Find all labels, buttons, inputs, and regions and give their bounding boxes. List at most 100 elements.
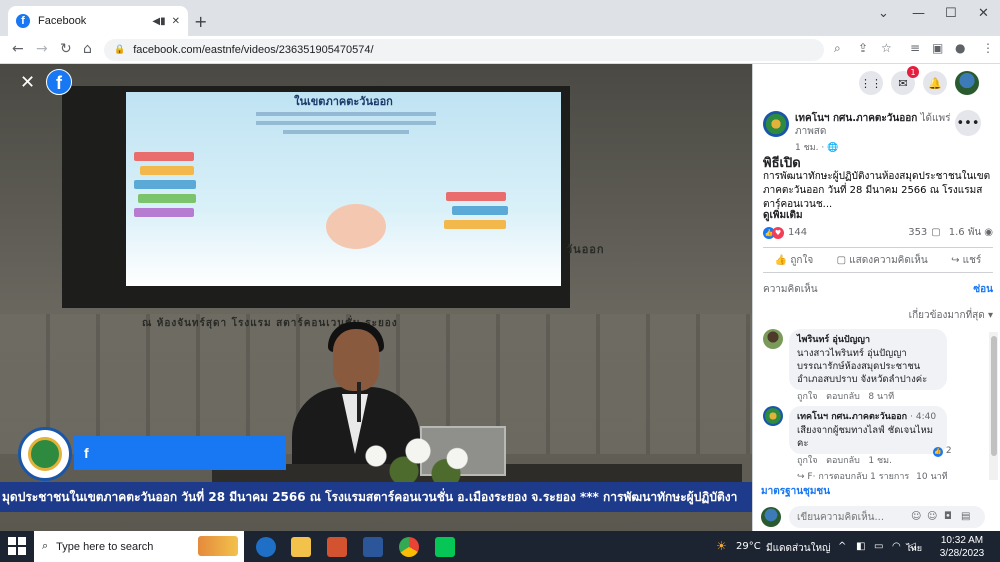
camera-icon[interactable]: ◘ — [944, 511, 952, 522]
post-meta[interactable]: 1 ชม. · 🌐 — [795, 140, 838, 154]
comment-reply-link[interactable]: ตอบกลับ — [826, 456, 860, 466]
slide-text-lines — [256, 112, 436, 139]
comment-time[interactable]: 1 ชม. — [868, 456, 892, 466]
comment-author[interactable]: เทคโนฯ กศน.ภาคตะวันออก — [797, 412, 907, 422]
book-graphic — [140, 166, 194, 175]
window-close-icon[interactable]: ✕ — [978, 6, 989, 21]
share-button[interactable]: ↪ แชร์ — [951, 253, 981, 268]
weather-desc[interactable]: มีแดดส่วนใหญ่ — [766, 541, 831, 556]
comment-like-link[interactable]: ถูกใจ — [797, 392, 818, 402]
eye-icon: ◉ — [984, 227, 993, 238]
gif-icon[interactable]: ▤ — [961, 511, 970, 522]
windows-start-icon[interactable] — [8, 537, 26, 555]
forward-arrow-icon[interactable]: → — [36, 41, 48, 57]
input-language[interactable]: ไทย — [906, 541, 922, 555]
weather-temp[interactable]: 29°C — [736, 541, 761, 552]
community-standards-link[interactable]: มาตรฐานชุมชน — [761, 484, 830, 499]
tab-close-icon[interactable]: ✕ — [172, 16, 180, 27]
clock-time: 10:32 AM — [940, 535, 984, 546]
tab-search-chevron-icon[interactable]: ⌄ — [878, 6, 889, 21]
comment-item: ไพรินทร์ อุ่นปัญญา นางสาวไพรินทร์ อุ่นปั… — [763, 329, 993, 402]
reactions-count[interactable]: 144 — [788, 227, 807, 238]
account-avatar[interactable] — [955, 71, 979, 95]
address-bar[interactable]: 🔒 facebook.com/eastnfe/videos/2363519054… — [104, 39, 824, 61]
weather-sun-icon[interactable]: ☀ — [716, 539, 727, 553]
lock-icon[interactable]: 🔒 — [114, 45, 125, 55]
comment-author[interactable]: ไพรินทร์ อุ่นปัญญา — [797, 335, 870, 345]
page-name-link[interactable]: เทคโนฯ กศน.ภาคตะวันออก — [795, 113, 917, 124]
book-graphic — [444, 220, 506, 229]
scrollbar-thumb[interactable] — [991, 336, 997, 456]
menu-grid-icon[interactable]: ⋮⋮ — [859, 71, 883, 95]
reload-icon[interactable]: ↻ — [60, 41, 72, 57]
news-ticker: มุดประชาชนในเขตภาคตะวันออก วันที่ 28 มีน… — [0, 482, 752, 512]
commenter-avatar[interactable] — [763, 406, 783, 426]
comments-count[interactable]: 353 — [908, 227, 927, 238]
share-icon[interactable]: ⇪ — [858, 41, 868, 55]
page-avatar[interactable] — [763, 111, 789, 137]
edge-browser-icon[interactable] — [256, 537, 276, 557]
browser-toolbar: ← → ↻ ⌂ 🔒 facebook.com/eastnfe/videos/23… — [0, 36, 1000, 64]
search-icon: ⌕ — [42, 540, 49, 552]
comment-actions: ถูกใจ ตอบกลับ 8 นาที — [797, 389, 894, 403]
views-count: 1.6 พัน — [948, 227, 982, 238]
meet-now-icon[interactable]: ◧ — [856, 541, 865, 552]
word-icon[interactable] — [363, 537, 383, 557]
post-actions-bar: 👍 ถูกใจ ▢ แสดงความคิดเห็น ↪ แชร์ — [763, 247, 993, 273]
comment-sort-dropdown[interactable]: เกี่ยวข้องมากที่สุด ▾ — [763, 308, 993, 323]
battery-icon[interactable]: ▭ — [874, 541, 883, 552]
notifications-bell-icon[interactable]: 🔔 — [923, 71, 947, 95]
home-icon[interactable]: ⌂ — [83, 41, 92, 57]
hide-tab[interactable]: ซ่อน — [973, 282, 993, 297]
comment-text: เสียงจากผู้ชมทางไลฟ์ ชัดเจนไหมคะ — [797, 425, 933, 449]
speaker-mute-icon[interactable]: ◀▮ — [152, 16, 165, 27]
minimize-icon[interactable]: — — [912, 6, 925, 21]
line-app-icon[interactable] — [435, 537, 455, 557]
comment-input[interactable] — [789, 506, 985, 528]
profile-avatar-icon[interactable]: ● — [955, 41, 965, 55]
avatar-image — [955, 71, 979, 95]
bookmark-star-icon[interactable]: ☆ — [881, 41, 892, 55]
see-more-link[interactable]: ดูเพิ่มเติม — [763, 208, 803, 223]
side-panel-icon[interactable]: ▣ — [932, 41, 943, 55]
tray-chevron-icon[interactable]: ^ — [838, 541, 846, 552]
taskbar-search-box[interactable]: ⌕ Type here to search — [34, 531, 244, 562]
comments-tab[interactable]: ความคิดเห็น — [763, 284, 818, 295]
new-tab-icon[interactable]: + — [194, 12, 207, 31]
file-explorer-icon[interactable] — [291, 537, 311, 557]
facebook-logo-icon[interactable]: f — [46, 69, 72, 95]
like-button[interactable]: 👍 ถูกใจ — [775, 253, 814, 268]
reply-arrow-icon: ↪ — [797, 472, 805, 482]
comment-reaction-badge[interactable]: 👍 2 — [933, 446, 952, 457]
comment-bubble-icon: ▢ — [931, 227, 941, 238]
avatar-sticker-icon[interactable]: ☺ — [911, 511, 921, 522]
comment-button[interactable]: ▢ แสดงความคิดเห็น — [837, 253, 928, 268]
chrome-icon[interactable] — [399, 537, 419, 557]
comment-inline-time[interactable]: · 4:40 — [910, 412, 936, 422]
browser-tab-facebook[interactable]: f Facebook ◀▮ ✕ — [8, 6, 188, 36]
post-more-options-icon[interactable]: ••• — [955, 110, 981, 136]
view-replies-link[interactable]: ↪ F· การตอบกลับ 1 รายการ 10 นาที — [797, 469, 948, 483]
comment-reply-link[interactable]: ตอบกลับ — [826, 392, 860, 402]
reading-list-icon[interactable]: ≡ — [910, 41, 920, 55]
commenter-avatar[interactable] — [763, 329, 783, 349]
video-player[interactable]: ในเขตภาคตะวันออก วันออก ณ ห้องจันทร์สุดา… — [0, 64, 752, 531]
browser-menu-icon[interactable]: ⋮ — [982, 41, 994, 55]
love-reaction-icon[interactable]: ♥ — [772, 226, 784, 239]
comment-time[interactable]: 8 นาที — [868, 392, 894, 402]
cartoon-reader-graphic — [326, 204, 386, 249]
wifi-icon[interactable]: ◠ — [892, 541, 901, 552]
book-graphic — [138, 194, 196, 203]
maximize-icon[interactable]: ☐ — [945, 6, 957, 21]
comment-like-link[interactable]: ถูกใจ — [797, 456, 818, 466]
back-arrow-icon[interactable]: ← — [12, 41, 24, 57]
post-author: เทคโนฯ กศน.ภาคตะวันออก ได้แพร่ภาพสด — [795, 112, 955, 138]
zoom-icon[interactable]: ⌕ — [834, 41, 841, 56]
powerpoint-icon[interactable] — [327, 537, 347, 557]
comments-tabs: ความคิดเห็น ซ่อน — [763, 282, 993, 297]
close-video-icon[interactable]: ✕ — [20, 72, 35, 93]
emoji-icon[interactable]: ☺ — [927, 511, 937, 522]
my-avatar[interactable] — [761, 507, 781, 527]
search-placeholder: Type here to search — [56, 540, 154, 553]
system-clock[interactable]: 10:32 AM 3/28/2023 — [928, 534, 996, 560]
